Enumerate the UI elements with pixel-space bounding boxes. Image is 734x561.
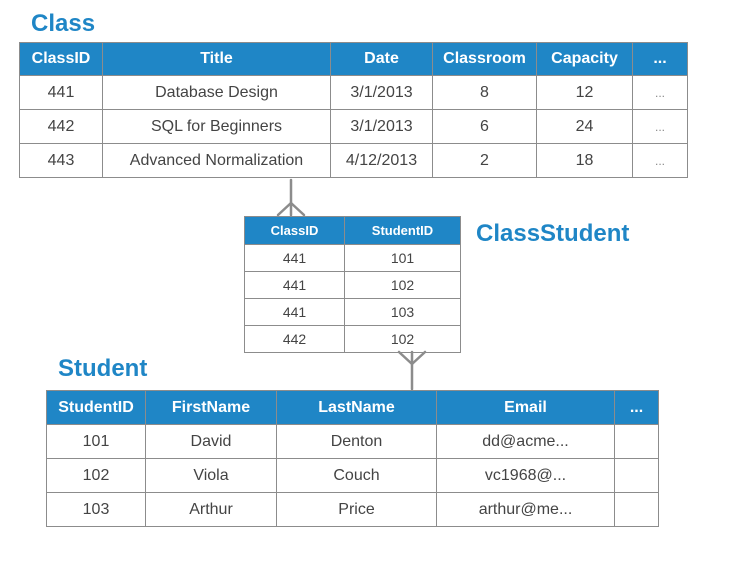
table-row: 441 102 [244, 271, 461, 299]
class-student-cell-studentid: 103 [344, 298, 461, 326]
class-cell-classroom: 6 [432, 109, 537, 144]
class-cell-more: ... [632, 143, 688, 178]
student-cell-more [614, 492, 659, 527]
table-row: 442 SQL for Beginners 3/1/2013 6 24 ... [19, 109, 688, 144]
student-col-more: ... [614, 390, 659, 425]
class-col-classid: ClassID [19, 42, 103, 76]
table-row: 441 103 [244, 298, 461, 326]
class-cell-title: Advanced Normalization [102, 143, 331, 178]
student-col-lastname: LastName [276, 390, 437, 425]
crows-foot-icon [289, 201, 306, 217]
table-row: 441 Database Design 3/1/2013 8 12 ... [19, 75, 688, 110]
class-header-row: ClassID Title Date Classroom Capacity ..… [19, 42, 688, 76]
class-col-more: ... [632, 42, 688, 76]
student-header-row: StudentID FirstName LastName Email ... [46, 390, 659, 425]
class-cell-more: ... [632, 75, 688, 110]
class-table-title: Class [31, 10, 96, 37]
student-cell-lastname: Denton [276, 424, 437, 459]
class-student-cell-classid: 442 [244, 325, 345, 353]
class-table: ClassID Title Date Classroom Capacity ..… [19, 42, 688, 178]
student-cell-more [614, 458, 659, 493]
class-cell-classid: 443 [19, 143, 103, 178]
table-row: 442 102 [244, 325, 461, 353]
class-student-header-row: ClassID StudentID [244, 216, 461, 245]
class-cell-more: ... [632, 109, 688, 144]
student-table: StudentID FirstName LastName Email ... 1… [46, 390, 659, 527]
class-col-classroom: Classroom [432, 42, 537, 76]
class-student-cell-studentid: 102 [344, 271, 461, 299]
student-cell-firstname: Arthur [145, 492, 277, 527]
table-row: 441 101 [244, 244, 461, 272]
class-cell-capacity: 24 [536, 109, 633, 144]
student-col-firstname: FirstName [145, 390, 277, 425]
class-col-capacity: Capacity [536, 42, 633, 76]
student-table-title: Student [58, 355, 148, 382]
class-student-cell-studentid: 102 [344, 325, 461, 353]
student-cell-firstname: Viola [145, 458, 277, 493]
class-student-table-title: ClassStudent [476, 220, 630, 247]
student-cell-lastname: Couch [276, 458, 437, 493]
student-cell-email: arthur@me... [436, 492, 615, 527]
classstudent-to-student-connector [397, 350, 427, 391]
class-student-cell-studentid: 101 [344, 244, 461, 272]
class-student-table: ClassID StudentID 441 101 441 102 441 10… [244, 216, 461, 353]
class-student-col-studentid: StudentID [344, 216, 461, 245]
student-col-email: Email [436, 390, 615, 425]
student-col-studentid: StudentID [46, 390, 146, 425]
class-student-cell-classid: 441 [244, 271, 345, 299]
student-cell-firstname: David [145, 424, 277, 459]
class-student-col-classid: ClassID [244, 216, 345, 245]
class-student-cell-classid: 441 [244, 298, 345, 326]
class-cell-classroom: 2 [432, 143, 537, 178]
table-row: 101 David Denton dd@acme... [46, 424, 659, 459]
class-col-title: Title [102, 42, 331, 76]
class-cell-date: 4/12/2013 [330, 143, 433, 178]
crows-foot-icon [397, 350, 414, 366]
class-col-date: Date [330, 42, 433, 76]
student-cell-studentid: 102 [46, 458, 146, 493]
student-cell-more [614, 424, 659, 459]
student-cell-email: vc1968@... [436, 458, 615, 493]
class-cell-classid: 441 [19, 75, 103, 110]
table-row: 103 Arthur Price arthur@me... [46, 492, 659, 527]
class-cell-title: SQL for Beginners [102, 109, 331, 144]
table-row: 102 Viola Couch vc1968@... [46, 458, 659, 493]
class-cell-title: Database Design [102, 75, 331, 110]
class-to-classstudent-connector [276, 178, 306, 217]
student-cell-studentid: 101 [46, 424, 146, 459]
class-cell-date: 3/1/2013 [330, 109, 433, 144]
student-cell-studentid: 103 [46, 492, 146, 527]
class-cell-date: 3/1/2013 [330, 75, 433, 110]
student-cell-email: dd@acme... [436, 424, 615, 459]
crows-foot-icon [276, 201, 293, 217]
class-student-cell-classid: 441 [244, 244, 345, 272]
class-cell-capacity: 18 [536, 143, 633, 178]
class-cell-capacity: 12 [536, 75, 633, 110]
table-row: 443 Advanced Normalization 4/12/2013 2 1… [19, 143, 688, 178]
class-cell-classid: 442 [19, 109, 103, 144]
class-cell-classroom: 8 [432, 75, 537, 110]
student-cell-lastname: Price [276, 492, 437, 527]
crows-foot-icon [410, 350, 427, 366]
